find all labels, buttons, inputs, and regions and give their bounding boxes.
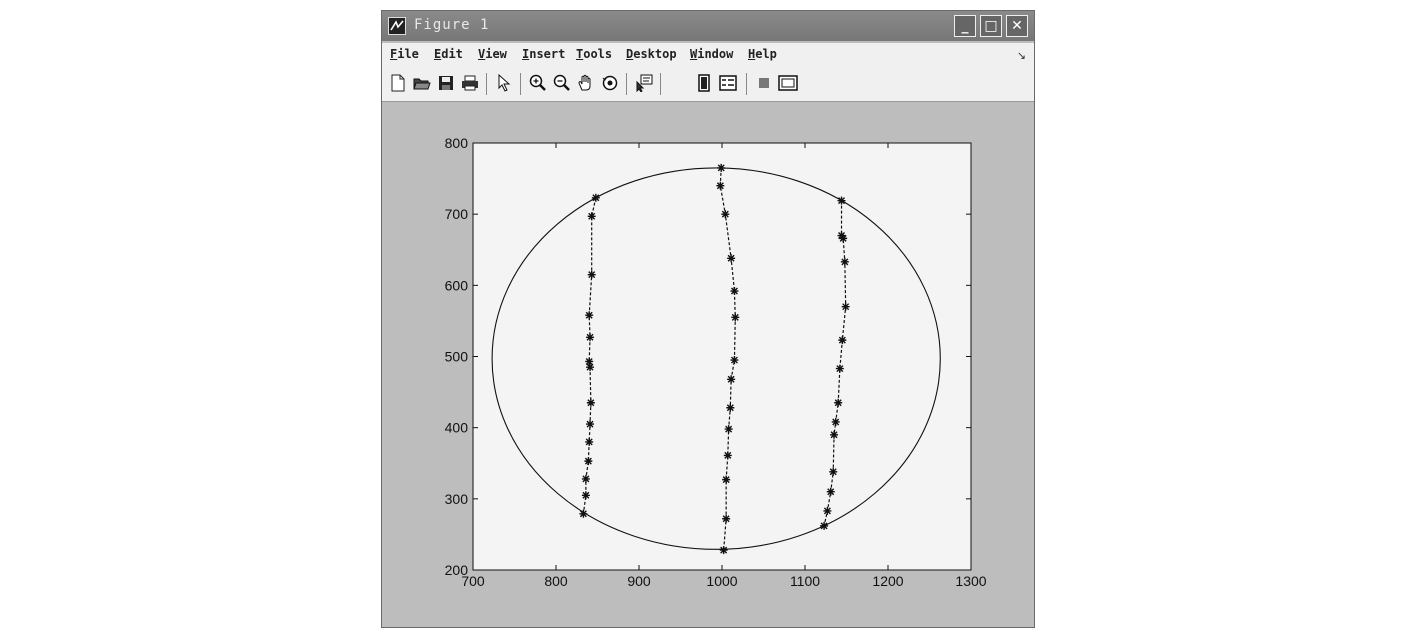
data-point xyxy=(839,234,848,243)
toolbar-separator xyxy=(520,73,521,95)
toolbar-separator xyxy=(746,73,747,95)
window-title: Figure 1 xyxy=(414,17,490,33)
menu-help[interactable]: Help xyxy=(748,47,777,61)
new-file-icon[interactable] xyxy=(388,73,408,93)
title-bar[interactable]: Figure 1 _ □ ✕ xyxy=(382,11,1034,41)
open-folder-icon[interactable] xyxy=(412,73,432,93)
x-tick-label: 1300 xyxy=(955,573,986,589)
menu-insert[interactable]: Insert xyxy=(522,47,565,61)
data-point xyxy=(727,375,736,384)
data-point xyxy=(584,457,593,466)
figure-toolbar xyxy=(382,67,1034,102)
data-point xyxy=(835,364,844,373)
data-point xyxy=(722,475,731,484)
menu-view[interactable]: View xyxy=(478,47,507,61)
data-point xyxy=(586,420,595,429)
x-tick-label: 1100 xyxy=(790,573,820,589)
data-cursor-icon[interactable] xyxy=(634,73,654,93)
data-point xyxy=(579,509,588,518)
data-point xyxy=(727,254,736,263)
rotate-3d-icon[interactable] xyxy=(600,73,620,93)
data-point xyxy=(730,287,739,296)
data-point xyxy=(726,403,735,412)
data-point xyxy=(581,474,590,483)
pan-hand-icon[interactable] xyxy=(576,73,596,93)
data-point xyxy=(829,467,838,476)
menu-desktop[interactable]: Desktop xyxy=(626,47,677,61)
y-tick-label: 800 xyxy=(445,135,469,151)
scatter-plot: 700 800 900 1000 1100 1200 1300 200 300 400 500 600… xyxy=(445,135,987,589)
data-point xyxy=(724,425,733,434)
legend-icon[interactable] xyxy=(718,73,738,93)
colorbar-icon[interactable] xyxy=(694,73,714,93)
y-tick-label: 400 xyxy=(445,420,469,436)
menu-file[interactable]: File xyxy=(390,47,419,61)
toolbar-separator xyxy=(626,73,627,95)
data-point xyxy=(834,398,843,407)
data-point xyxy=(717,163,726,172)
figure-window: Figure 1 _ □ ✕ File Edit View Insert Too… xyxy=(381,10,1035,628)
dock-arrow-icon[interactable]: ↘ xyxy=(1017,49,1026,62)
y-tick-label: 700 xyxy=(445,206,469,222)
toolbar-separator xyxy=(660,73,661,95)
x-tick-label: 800 xyxy=(544,573,568,589)
select-arrow-icon[interactable] xyxy=(494,73,514,93)
data-point xyxy=(841,302,850,311)
data-point xyxy=(830,430,839,439)
data-point xyxy=(730,356,739,365)
data-point xyxy=(840,257,849,266)
menu-tools[interactable]: Tools xyxy=(576,47,612,61)
menu-window[interactable]: Window xyxy=(690,47,733,61)
data-point xyxy=(586,363,595,372)
maximize-button[interactable]: □ xyxy=(980,15,1002,37)
y-tick-label: 500 xyxy=(445,349,469,365)
data-point xyxy=(831,417,840,426)
x-tick-label: 1200 xyxy=(872,573,903,589)
menu-bar: File Edit View Insert Tools Desktop Wind… xyxy=(382,43,1034,67)
zoom-out-icon[interactable] xyxy=(552,73,572,93)
data-point xyxy=(716,181,725,190)
toolbar-separator xyxy=(486,73,487,95)
data-point xyxy=(587,270,596,279)
data-point xyxy=(591,193,600,202)
data-point xyxy=(722,514,731,523)
y-tick-label: 600 xyxy=(445,277,469,293)
show-plot-tools-icon[interactable] xyxy=(778,73,798,93)
figure-canvas[interactable]: 700 800 900 1000 1100 1200 1300 200 300 400 500 600… xyxy=(382,103,1034,627)
data-point xyxy=(826,487,835,496)
data-point xyxy=(585,437,594,446)
zoom-in-icon[interactable] xyxy=(528,73,548,93)
y-tick-label: 200 xyxy=(445,562,469,578)
print-icon[interactable] xyxy=(460,73,480,93)
data-point xyxy=(719,546,728,555)
data-point xyxy=(586,398,595,407)
y-tick-label: 300 xyxy=(445,491,469,507)
menu-edit[interactable]: Edit xyxy=(434,47,463,61)
data-point xyxy=(837,196,846,205)
plot-area xyxy=(472,142,972,571)
hide-plot-tools-icon[interactable] xyxy=(754,73,774,93)
data-point xyxy=(838,336,847,345)
data-point xyxy=(587,212,596,221)
matlab-app-icon xyxy=(388,17,406,35)
data-point xyxy=(731,313,740,322)
data-point xyxy=(585,311,594,320)
data-point xyxy=(586,333,595,342)
data-point xyxy=(581,491,590,500)
data-point xyxy=(721,210,730,219)
minimize-button[interactable]: _ xyxy=(954,15,976,37)
data-point xyxy=(823,506,832,515)
x-tick-label: 1000 xyxy=(706,573,737,589)
save-icon[interactable] xyxy=(436,73,456,93)
data-point xyxy=(820,521,829,530)
x-tick-label: 900 xyxy=(627,573,651,589)
data-point xyxy=(723,451,732,460)
close-button[interactable]: ✕ xyxy=(1006,15,1028,37)
